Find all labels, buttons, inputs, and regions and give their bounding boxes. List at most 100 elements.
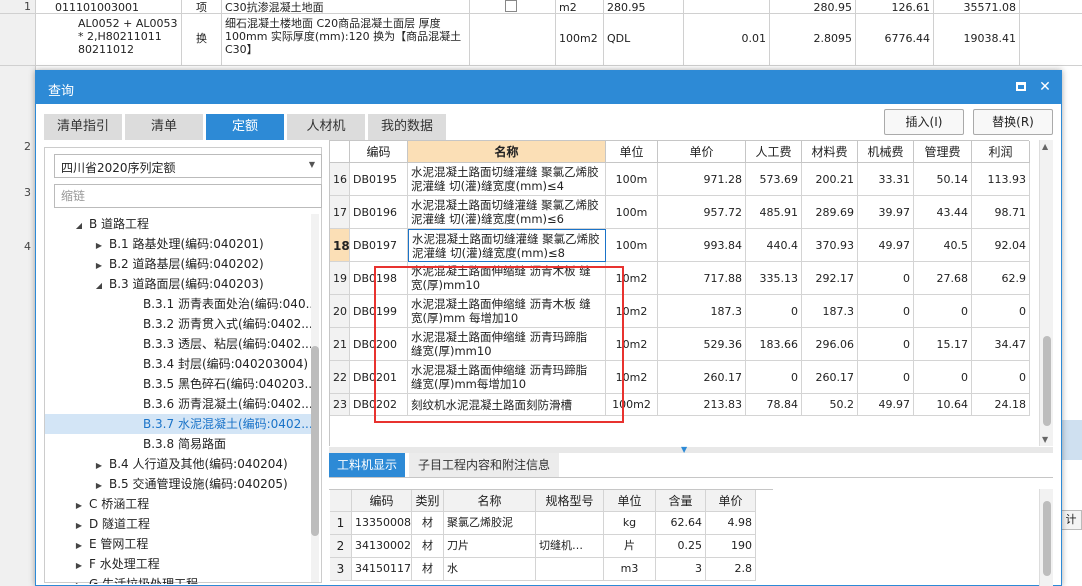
- grid-column-header[interactable]: 单位: [606, 141, 658, 163]
- grid-cell-material[interactable]: 260.17: [802, 361, 858, 394]
- close-button[interactable]: ✕: [1035, 77, 1055, 97]
- tab-subitem-info[interactable]: 子目工程内容和附注信息: [409, 453, 559, 477]
- replace-button[interactable]: 替换(R): [973, 109, 1053, 135]
- grid-cell-name[interactable]: 水泥混凝土路面切缝灌缝 聚氯乙烯胶泥灌缝 切(灌)缝宽度(mm)≤4: [408, 163, 606, 196]
- grid-cell-labor[interactable]: 573.69: [746, 163, 802, 196]
- material-column-header[interactable]: 规格型号: [536, 490, 604, 512]
- material-cell-spec[interactable]: [536, 512, 604, 535]
- material-cell-qty[interactable]: 62.64: [656, 512, 706, 535]
- grid-cell-name[interactable]: 水泥混凝土路面伸缩缝 沥青玛蹄脂 缝宽(厚)mm每增加10: [408, 361, 606, 394]
- grid-column-header[interactable]: 单价: [658, 141, 746, 163]
- grid-cell-price[interactable]: 529.36: [658, 328, 746, 361]
- grid-cell-code[interactable]: DB0197: [350, 229, 408, 262]
- material-column-header[interactable]: 名称: [444, 490, 536, 512]
- grid-cell-material[interactable]: 289.69: [802, 196, 858, 229]
- grid-cell-mgmt[interactable]: 10.64: [914, 394, 972, 416]
- gutter-row-number[interactable]: 3: [0, 186, 36, 199]
- grid-cell-name[interactable]: 水泥混凝土路面伸缩缝 沥青木板 缝宽(厚)mm 每增加10: [408, 295, 606, 328]
- grid-cell-unit[interactable]: 10m2: [606, 361, 658, 394]
- grid-cell-profit[interactable]: 62.9: [972, 262, 1030, 295]
- grid-cell-labor[interactable]: 183.66: [746, 328, 802, 361]
- grid-cell-name[interactable]: 水泥混凝土路面伸缩缝 沥青玛蹄脂 缝宽(厚)mm10: [408, 328, 606, 361]
- material-cell-name[interactable]: 聚氯乙烯胶泥: [444, 512, 536, 535]
- tree-item[interactable]: ▶ D 隧道工程: [45, 514, 311, 534]
- grid-cell-unit[interactable]: 100m2: [606, 394, 658, 416]
- material-cell-price[interactable]: 2.8: [706, 558, 756, 581]
- material-column-header[interactable]: 类别: [412, 490, 444, 512]
- material-cell-no[interactable]: 3: [330, 558, 352, 581]
- material-cell-code[interactable]: 34130002: [352, 535, 412, 558]
- tree-item[interactable]: B.3.3 透层、粘层(编码:0402...: [45, 334, 311, 354]
- insert-button[interactable]: 插入(I): [884, 109, 964, 135]
- bottom-scrollbar[interactable]: [1039, 489, 1053, 586]
- grid-cell-mgmt[interactable]: 27.68: [914, 262, 972, 295]
- grid-cell-no[interactable]: 16: [330, 163, 350, 196]
- grid-cell-unit[interactable]: 100m: [606, 163, 658, 196]
- gutter-row-number[interactable]: 2: [0, 140, 36, 153]
- grid-cell-no[interactable]: 18: [330, 229, 350, 262]
- grid-cell-price[interactable]: 213.83: [658, 394, 746, 416]
- expand-icon[interactable]: ▶: [73, 536, 85, 554]
- material-cell-code[interactable]: 13350008: [352, 512, 412, 535]
- material-cell-unit[interactable]: kg: [604, 512, 656, 535]
- grid-cell-no[interactable]: 22: [330, 361, 350, 394]
- tree-item[interactable]: ▶ B.2 道路基层(编码:040202): [45, 254, 311, 274]
- tab-material-display[interactable]: 工料机显示: [329, 453, 405, 477]
- tab-labor-material-machine[interactable]: 人材机: [287, 114, 365, 140]
- left-scrollbar-thumb[interactable]: [311, 346, 319, 536]
- grid-cell-labor[interactable]: 485.91: [746, 196, 802, 229]
- material-cell-qty[interactable]: 3: [656, 558, 706, 581]
- grid-column-header[interactable]: 材料费: [802, 141, 858, 163]
- tree-item[interactable]: B.3.7 水泥混凝土(编码:0402...: [45, 414, 311, 434]
- background-row[interactable]: AL0052 + AL0053 * 2,H80211011 80211012 换…: [0, 14, 1082, 66]
- filter-input[interactable]: [54, 184, 322, 208]
- expand-icon[interactable]: ▶: [73, 576, 85, 584]
- grid-cell-price[interactable]: 957.72: [658, 196, 746, 229]
- tree-item[interactable]: ▶ B.5 交通管理设施(编码:040205): [45, 474, 311, 494]
- tree-item[interactable]: ▶ B.4 人行道及其他(编码:040204): [45, 454, 311, 474]
- grid-cell-material[interactable]: 50.2: [802, 394, 858, 416]
- tab-bill-guide[interactable]: 清单指引: [44, 114, 122, 140]
- material-cell-name[interactable]: 水: [444, 558, 536, 581]
- collapse-icon[interactable]: ◢: [73, 216, 85, 234]
- grid-cell-mgmt[interactable]: 0: [914, 361, 972, 394]
- grid-cell-machine[interactable]: 33.31: [858, 163, 914, 196]
- tree-item[interactable]: ◢ B.3 道路面层(编码:040203): [45, 274, 311, 294]
- material-column-header[interactable]: [330, 490, 352, 512]
- grid-cell-profit[interactable]: 0: [972, 361, 1030, 394]
- grid-column-header[interactable]: 名称: [408, 141, 606, 163]
- material-cell-no[interactable]: 2: [330, 535, 352, 558]
- grid-cell-unit[interactable]: 100m: [606, 196, 658, 229]
- tree-item[interactable]: B.3.5 黑色碎石(编码:040203...: [45, 374, 311, 394]
- grid-cell-name[interactable]: 刻纹机水泥混凝土路面刻防滑槽: [408, 394, 606, 416]
- grid-cell-profit[interactable]: 113.93: [972, 163, 1030, 196]
- tree-item[interactable]: B.3.1 沥青表面处治(编码:040...: [45, 294, 311, 314]
- grid-cell-name[interactable]: 水泥混凝土路面切缝灌缝 聚氯乙烯胶泥灌缝 切(灌)缝宽度(mm)≤6: [408, 196, 606, 229]
- tree-item[interactable]: ▶ E 管网工程: [45, 534, 311, 554]
- grid-cell-machine[interactable]: 39.97: [858, 196, 914, 229]
- tree-item[interactable]: B.3.6 沥青混凝土(编码:0402...: [45, 394, 311, 414]
- grid-cell-name[interactable]: 水泥混凝土路面伸缩缝 沥青木板 缝宽(厚)mm10: [408, 262, 606, 295]
- grid-cell-profit[interactable]: 24.18: [972, 394, 1030, 416]
- grid-cell-material[interactable]: 187.3: [802, 295, 858, 328]
- tree-item[interactable]: ▶ C 桥涵工程: [45, 494, 311, 514]
- grid-cell-labor[interactable]: 0: [746, 361, 802, 394]
- grid-cell-material[interactable]: 370.93: [802, 229, 858, 262]
- grid-cell-labor[interactable]: 335.13: [746, 262, 802, 295]
- material-cell-unit[interactable]: 片: [604, 535, 656, 558]
- grid-scrollbar-thumb[interactable]: [1043, 336, 1051, 426]
- dialog-title-bar[interactable]: 查询 ✕: [36, 71, 1061, 104]
- material-cell-price[interactable]: 190: [706, 535, 756, 558]
- material-cell-price[interactable]: 4.98: [706, 512, 756, 535]
- grid-cell-code[interactable]: DB0199: [350, 295, 408, 328]
- grid-cell-name[interactable]: 水泥混凝土路面切缝灌缝 聚氯乙烯胶泥灌缝 切(灌)缝宽度(mm)≤8: [408, 229, 606, 262]
- left-scrollbar[interactable]: [311, 214, 319, 582]
- grid-cell-code[interactable]: DB0195: [350, 163, 408, 196]
- grid-cell-profit[interactable]: 34.47: [972, 328, 1030, 361]
- grid-cell-machine[interactable]: 49.97: [858, 229, 914, 262]
- grid-cell-unit[interactable]: 10m2: [606, 295, 658, 328]
- expand-icon[interactable]: ▶: [73, 516, 85, 534]
- material-cell-unit[interactable]: m3: [604, 558, 656, 581]
- grid-column-header[interactable]: 机械费: [858, 141, 914, 163]
- grid-cell-profit[interactable]: 92.04: [972, 229, 1030, 262]
